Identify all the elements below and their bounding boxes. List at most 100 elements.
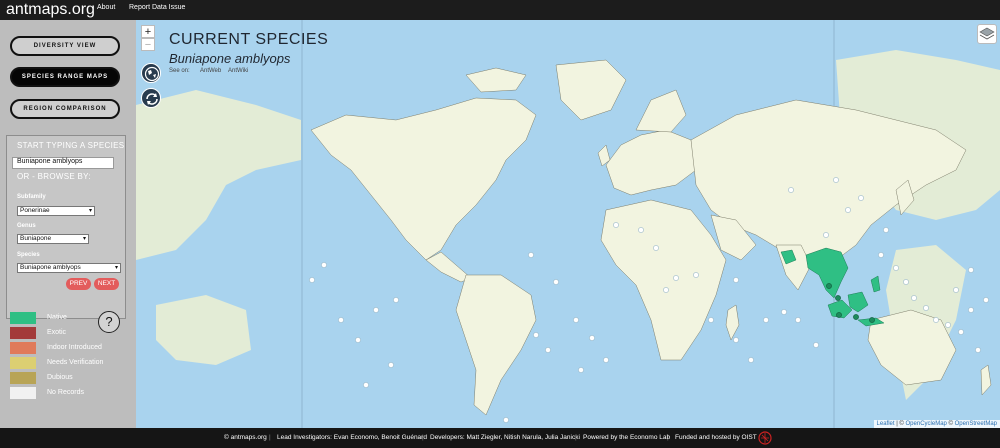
island-record-marker[interactable] (693, 272, 699, 278)
species-selector-panel: START TYPING A SPECIES Buniapone amblyop… (6, 135, 126, 319)
footer-lead-investigators: Lead Investigators: Evan Economo, Benoit… (277, 434, 427, 441)
island-record-marker[interactable] (545, 347, 551, 353)
footer: © antmaps.org | Lead Investigators: Evan… (0, 428, 1000, 448)
subfamily-select[interactable]: Ponerinae ▾ (17, 206, 95, 216)
island-record-marker[interactable] (673, 275, 679, 281)
island-record-marker[interactable] (578, 367, 584, 373)
island-record-marker[interactable] (858, 195, 864, 201)
island-record-marker[interactable] (823, 232, 829, 238)
island-record-marker[interactable] (589, 335, 595, 341)
subfamily-value: Ponerinae (20, 207, 50, 214)
native-region-indochina (805, 247, 849, 299)
zoom-in-button[interactable]: + (141, 25, 155, 38)
native-record-marker[interactable] (836, 312, 842, 318)
island-record-marker[interactable] (933, 317, 939, 323)
species-select[interactable]: Buniapone amblyops ▾ (17, 263, 121, 273)
legend-swatch-no-records (10, 387, 36, 399)
island-record-marker[interactable] (663, 287, 669, 293)
legend-label-exotic: Exotic (47, 329, 67, 336)
island-record-marker[interactable] (613, 222, 619, 228)
north-america (310, 97, 537, 261)
island-record-marker[interactable] (321, 262, 327, 268)
site-logo[interactable]: antmaps.org (6, 0, 95, 19)
refresh-icon (146, 93, 158, 105)
antwiki-link[interactable]: AntWiki (228, 68, 248, 74)
nav-about-link[interactable]: About (97, 0, 115, 16)
island-record-marker[interactable] (533, 332, 539, 338)
island-record-marker[interactable] (911, 295, 917, 301)
island-record-marker[interactable] (945, 322, 951, 328)
species-search-input[interactable]: Buniapone amblyops (12, 157, 114, 169)
island-record-marker[interactable] (393, 297, 399, 303)
world-map[interactable]: + − CURRENT SPECIES Buniapone amblyops S… (136, 20, 1000, 428)
island-record-marker[interactable] (733, 337, 739, 343)
island-record-marker[interactable] (788, 187, 794, 193)
legend-label-dubious: Dubious (47, 374, 73, 381)
diversity-view-button[interactable]: DIVERSITY VIEW (10, 36, 120, 56)
species-range-maps-button[interactable]: SPECIES RANGE MAPS (10, 67, 120, 87)
reset-map-button[interactable] (141, 88, 161, 108)
search-heading: START TYPING A SPECIES (17, 141, 125, 150)
native-record-marker[interactable] (869, 317, 875, 323)
legend-label-no-records: No Records (47, 389, 84, 396)
footer-copyright: © antmaps.org (224, 434, 267, 441)
island-record-marker[interactable] (733, 277, 739, 283)
top-bar: antmaps.org About Report Data Issue (0, 0, 1000, 20)
island-record-marker[interactable] (355, 337, 361, 343)
island-record-marker[interactable] (363, 382, 369, 388)
island-record-marker[interactable] (953, 287, 959, 293)
island-record-marker[interactable] (983, 297, 989, 303)
chevron-down-icon: ▾ (114, 265, 118, 271)
prev-button[interactable]: PREV (66, 278, 91, 290)
help-button[interactable]: ? (98, 311, 120, 333)
island-record-marker[interactable] (373, 307, 379, 313)
oist-logo-icon (758, 431, 772, 445)
island-record-marker[interactable] (763, 317, 769, 323)
island-record-marker[interactable] (781, 309, 787, 315)
island-record-marker[interactable] (923, 305, 929, 311)
island-record-marker[interactable] (528, 252, 534, 258)
legend-swatch-native (10, 312, 36, 324)
island-record-marker[interactable] (338, 317, 344, 323)
globe-view-button[interactable] (141, 63, 161, 83)
island-record-marker[interactable] (653, 245, 659, 251)
native-region-philippines (870, 275, 881, 293)
island-record-marker[interactable] (708, 317, 714, 323)
island-record-marker[interactable] (968, 267, 974, 273)
island-record-marker[interactable] (845, 207, 851, 213)
island-record-marker[interactable] (903, 279, 909, 285)
openstreetmap-link[interactable]: OpenStreetMap (955, 421, 997, 427)
island-record-marker[interactable] (878, 252, 884, 258)
next-button[interactable]: NEXT (94, 278, 119, 290)
island-record-marker[interactable] (638, 227, 644, 233)
island-record-marker[interactable] (573, 317, 579, 323)
island-record-marker[interactable] (893, 265, 899, 271)
island-record-marker[interactable] (553, 279, 559, 285)
island-record-marker[interactable] (883, 227, 889, 233)
island-record-marker[interactable] (309, 277, 315, 283)
island-record-marker[interactable] (748, 357, 754, 363)
layers-button[interactable] (977, 24, 997, 44)
nav-report-issue-link[interactable]: Report Data Issue (129, 0, 185, 16)
island-record-marker[interactable] (503, 417, 509, 423)
current-species-heading: CURRENT SPECIES (169, 31, 329, 48)
zoom-out-button[interactable]: − (141, 38, 155, 51)
island-record-marker[interactable] (833, 177, 839, 183)
island-record-marker[interactable] (958, 329, 964, 335)
island-record-marker[interactable] (603, 357, 609, 363)
antweb-link[interactable]: AntWeb (200, 68, 221, 74)
island-record-marker[interactable] (388, 362, 394, 368)
island-record-marker[interactable] (813, 342, 819, 348)
genus-select[interactable]: Buniapone ▾ (17, 234, 89, 244)
left-world-copy (136, 90, 301, 365)
region-comparison-button[interactable]: REGION COMPARISON (10, 99, 120, 119)
native-record-marker[interactable] (826, 283, 832, 289)
island-record-marker[interactable] (968, 307, 974, 313)
leaflet-link[interactable]: Leaflet (877, 421, 895, 427)
genus-label: Genus (17, 223, 36, 229)
opencyclemap-link[interactable]: OpenCycleMap (906, 421, 947, 427)
island-record-marker[interactable] (795, 317, 801, 323)
native-record-marker[interactable] (835, 295, 841, 301)
native-record-marker[interactable] (853, 314, 859, 320)
island-record-marker[interactable] (975, 347, 981, 353)
